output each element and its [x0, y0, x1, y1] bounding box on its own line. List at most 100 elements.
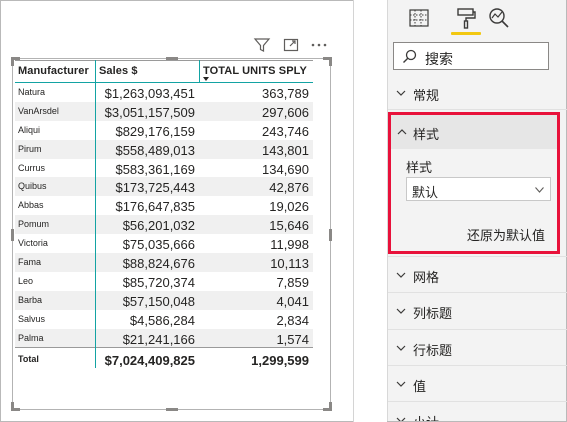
- style-field-label: 样式: [406, 160, 433, 175]
- cell-sales: $558,489,013: [115, 142, 195, 158]
- table-row[interactable]: Aliqui $829,176,159 243,746: [15, 121, 313, 140]
- table-row[interactable]: Fama $88,824,676 10,113: [15, 253, 313, 272]
- chevron-down-icon: [396, 379, 406, 389]
- section-column-headers[interactable]: 列标题: [388, 293, 567, 329]
- table-row[interactable]: Salvus $4,586,284 2,834: [15, 310, 313, 329]
- section-grid-label: 网格: [413, 270, 440, 285]
- cell-sales: $829,176,159: [115, 123, 195, 139]
- cell-total-units: 11,998: [270, 237, 309, 253]
- section-values-label: 值: [413, 379, 427, 394]
- resize-handle-right[interactable]: [329, 229, 332, 241]
- cell-manufacturer: Aliqui: [18, 124, 41, 135]
- more-options-icon[interactable]: [310, 36, 328, 54]
- table-row[interactable]: Quibus $173,725,443 42,876: [15, 177, 313, 197]
- analytics-icon[interactable]: [488, 7, 510, 29]
- cell-sales: $176,647,835: [115, 199, 195, 215]
- cell-sales: $1,263,093,451: [104, 86, 195, 101]
- chevron-down-icon: [396, 270, 406, 280]
- chevron-down-icon: [535, 187, 544, 193]
- table-row[interactable]: Barba $57,150,048 4,041: [15, 290, 313, 310]
- filter-icon[interactable]: [253, 36, 271, 54]
- cell-total-units: 42,876: [269, 180, 309, 196]
- section-subtotals[interactable]: 小计: [388, 402, 567, 421]
- resize-handle-bottom-right[interactable]: [323, 402, 332, 411]
- section-row-headers-label: 行标题: [413, 343, 453, 358]
- column-header-sales[interactable]: Sales $: [99, 65, 138, 77]
- section-row-headers[interactable]: 行标题: [388, 330, 567, 366]
- table-total-row: Total $7,024,409,825 1,299,599: [15, 347, 313, 370]
- search-icon: [403, 49, 417, 63]
- column-header-total-units[interactable]: TOTAL UNITS SPLY: [203, 65, 307, 77]
- table-row[interactable]: Currus $583,361,169 134,690: [15, 159, 313, 178]
- cell-sales: $56,201,032: [122, 218, 195, 234]
- cell-total-units: 363,789: [262, 86, 309, 101]
- section-subtotals-label: 小计: [413, 412, 439, 421]
- table-row[interactable]: Natura $1,263,093,451 363,789: [15, 83, 313, 102]
- table-row[interactable]: VanArsdel $3,051,157,509 297,606: [15, 101, 313, 121]
- section-column-headers-label: 列标题: [413, 306, 453, 321]
- section-general[interactable]: 常规: [388, 75, 567, 111]
- reset-to-default-link[interactable]: 还原为默认值: [467, 225, 545, 244]
- table-row[interactable]: Victoria $75,035,666 11,998: [15, 234, 313, 253]
- cell-total-units: 7,859: [276, 274, 309, 290]
- section-grid[interactable]: 网格: [388, 257, 567, 293]
- resize-handle-bottom-left[interactable]: [11, 402, 20, 411]
- section-style-label: 样式: [413, 127, 440, 142]
- table-row[interactable]: Pomum $56,201,032 15,646: [15, 215, 313, 235]
- column-header-manufacturer[interactable]: Manufacturer: [18, 65, 89, 77]
- table-visual[interactable]: Manufacturer Sales $ TOTAL UNITS SPLY Na…: [15, 60, 313, 370]
- style-section-highlight: 样式 样式 默认 还原为默认值: [388, 112, 560, 254]
- chevron-down-icon: [396, 343, 406, 353]
- section-general-label: 常规: [413, 88, 440, 103]
- format-paint-roller-icon[interactable]: [455, 7, 477, 29]
- cell-manufacturer: Pirum: [18, 143, 42, 154]
- chevron-down-icon: [396, 88, 406, 98]
- sort-descending-icon: [203, 77, 209, 81]
- cell-sales: $4,586,284: [129, 312, 195, 328]
- cell-total-units: 10,113: [270, 256, 309, 272]
- table-row[interactable]: Palma $21,241,166 1,574: [15, 328, 313, 348]
- focus-mode-icon[interactable]: [282, 36, 300, 54]
- resize-handle-left[interactable]: [11, 229, 14, 241]
- chevron-up-icon: [397, 127, 407, 137]
- canvas-gap: [354, 0, 387, 422]
- cell-sales: $21,241,166: [122, 331, 195, 347]
- cell-total-units: 243,746: [262, 123, 309, 139]
- cell-manufacturer: Quibus: [18, 181, 47, 192]
- table-header: Manufacturer Sales $ TOTAL UNITS SPLY: [15, 60, 313, 83]
- search-input[interactable]: 搜索: [393, 42, 549, 70]
- cell-manufacturer: Abbas: [18, 200, 44, 211]
- cell-total-units: 134,690: [262, 161, 309, 177]
- column-separator: [95, 60, 96, 368]
- active-tab-indicator: [451, 32, 481, 35]
- chevron-down-icon: [396, 415, 406, 421]
- cell-sales: $85,720,374: [122, 274, 195, 290]
- fields-icon[interactable]: [408, 7, 430, 29]
- table-row[interactable]: Abbas $176,647,835 19,026: [15, 196, 313, 215]
- cell-sales: $583,361,169: [115, 161, 195, 177]
- resize-handle-bottom[interactable]: [166, 408, 178, 411]
- cell-total-units: 143,801: [262, 142, 309, 158]
- cell-total-units: 19,026: [269, 199, 309, 215]
- cell-manufacturer: Barba: [18, 294, 43, 305]
- resize-handle-top-right[interactable]: [323, 57, 332, 66]
- cell-sales: $75,035,666: [122, 237, 195, 253]
- table-row[interactable]: Leo $85,720,374 7,859: [15, 272, 313, 291]
- cell-total-units: 2,834: [276, 312, 309, 328]
- total-units: 1,299,599: [251, 353, 309, 369]
- search-placeholder: 搜索: [425, 51, 453, 67]
- divider: [388, 109, 567, 110]
- section-style[interactable]: 样式: [391, 115, 557, 149]
- cell-manufacturer: Currus: [18, 162, 46, 173]
- cell-sales: $57,150,048: [122, 293, 195, 309]
- cell-sales: $88,824,676: [122, 256, 195, 272]
- style-dropdown-value: 默认: [412, 185, 439, 200]
- style-dropdown[interactable]: 默认: [406, 177, 551, 201]
- cell-manufacturer: Victoria: [18, 238, 48, 249]
- table-row[interactable]: Pirum $558,489,013 143,801: [15, 139, 313, 159]
- cell-total-units: 15,646: [269, 218, 309, 234]
- total-sales: $7,024,409,825: [104, 353, 195, 369]
- section-values[interactable]: 值: [388, 366, 567, 402]
- chevron-down-icon: [396, 306, 406, 316]
- cell-manufacturer: Fama: [18, 257, 42, 268]
